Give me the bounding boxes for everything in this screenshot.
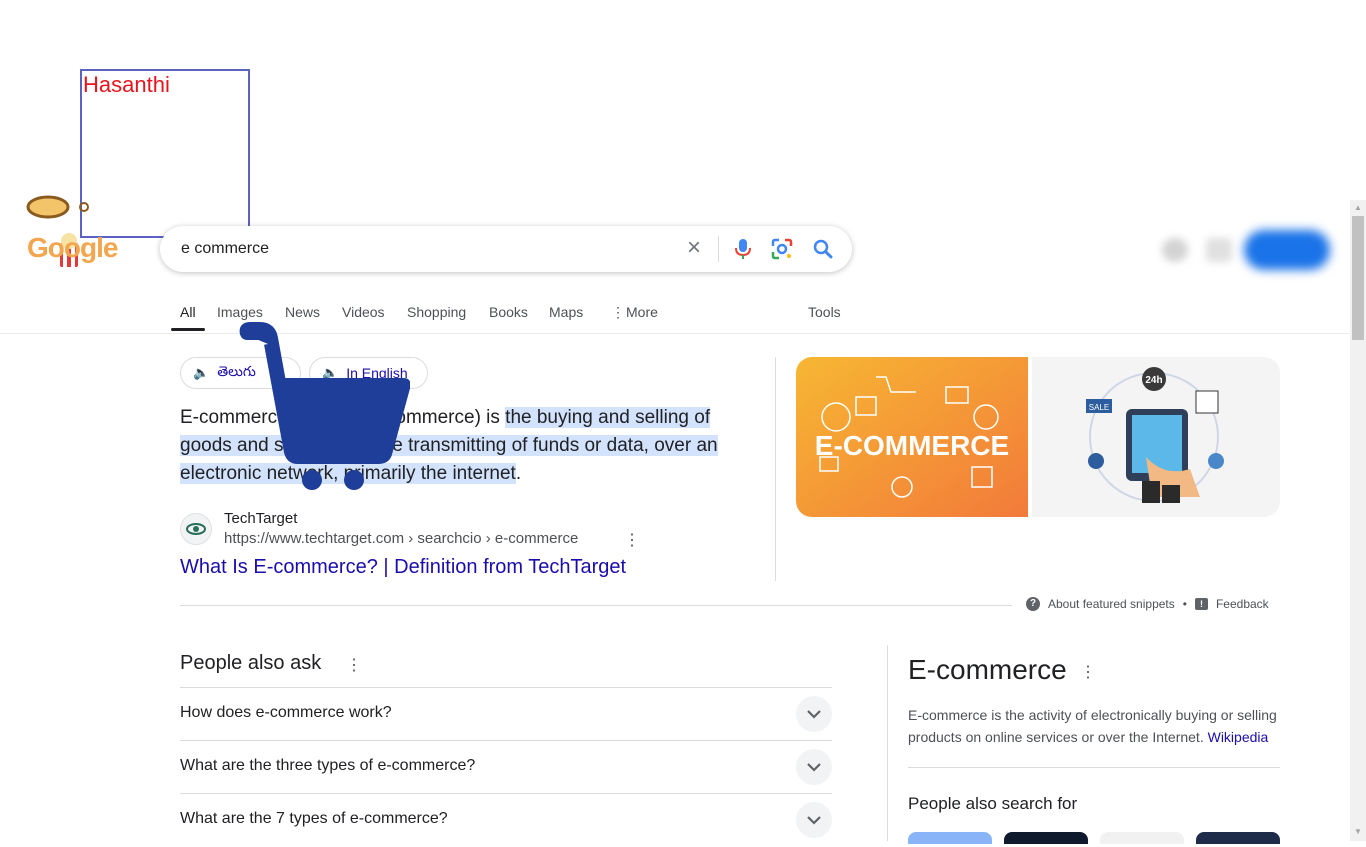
tab-books[interactable]: Books — [489, 304, 528, 320]
snippet-post: . — [515, 463, 522, 484]
microphone-icon[interactable] — [733, 238, 753, 260]
scroll-up-arrow-icon[interactable]: ▲ — [1350, 201, 1366, 215]
paa-question[interactable]: What are the 7 types of e-commerce? — [180, 793, 832, 847]
feedback-icon: ! — [1194, 598, 1208, 610]
source-menu-icon[interactable]: ⋮ — [624, 530, 640, 550]
tab-news[interactable]: News — [285, 304, 320, 320]
tab-all[interactable]: All — [180, 304, 196, 320]
search-separator — [718, 236, 719, 262]
about-featured-snippets-link[interactable]: About featured snippets — [1048, 597, 1175, 611]
chevron-down-icon[interactable] — [796, 749, 832, 785]
snippet-divider — [775, 357, 776, 581]
clear-icon[interactable]: × — [683, 236, 705, 260]
knowledge-panel-menu-icon[interactable]: ⋮ — [1080, 662, 1096, 682]
paa-menu-icon[interactable]: ⋮ — [346, 655, 362, 675]
snippet-footer: ? About featured snippets • ! Feedback — [1026, 597, 1269, 611]
related-thumbnail[interactable] — [1196, 832, 1280, 844]
tools-button[interactable]: Tools — [808, 304, 841, 320]
paa-question[interactable]: What are the three types of e-commerce? — [180, 740, 832, 794]
paa-question[interactable]: How does e-commerce work? — [180, 687, 832, 741]
related-thumbnail[interactable] — [908, 832, 992, 844]
tab-images[interactable]: Images — [217, 304, 263, 320]
tab-maps[interactable]: Maps — [549, 304, 583, 320]
tab-more[interactable]: More — [626, 304, 658, 320]
speaker-icon: 🔈 — [193, 365, 210, 380]
result-title-link[interactable]: What Is E-commerce? | Definition from Te… — [180, 556, 626, 579]
people-also-search-for-title: People also search for — [908, 794, 1078, 813]
knowledge-panel-title: E-commerce — [908, 654, 1067, 685]
sign-in-button[interactable] — [1244, 230, 1330, 270]
knowledge-panel-divider — [908, 767, 1280, 768]
search-input[interactable]: e commerce — [181, 240, 269, 258]
more-kebab-icon[interactable]: ⋮ — [611, 304, 625, 321]
annotation-label: Hasanthi — [83, 72, 170, 97]
techtarget-favicon-icon[interactable] — [180, 513, 212, 545]
source-url[interactable]: https://www.techtarget.com › searchcio ›… — [224, 530, 578, 547]
footer-separator-dot: • — [1182, 597, 1187, 611]
related-thumbnail[interactable] — [1004, 832, 1088, 844]
paa-question-text: What are the 7 types of e-commerce? — [180, 810, 448, 827]
image-sale-text: SALE — [1089, 403, 1109, 412]
knowledge-panel-description: E-commerce is the activity of electronic… — [908, 704, 1286, 748]
people-also-ask-title: People also ask — [180, 652, 322, 674]
knowledge-panel-border — [887, 645, 888, 841]
featured-image-illustrations[interactable]: E-COMMERCE 24h SALE — [796, 357, 1280, 517]
source-site-name[interactable]: TechTarget — [224, 510, 297, 527]
paa-question-text: How does e-commerce work? — [180, 704, 392, 721]
google-logo-text[interactable]: Google — [27, 232, 118, 264]
featured-images[interactable]: E-COMMERCE 24h SALE — [796, 357, 1280, 517]
search-icon[interactable] — [812, 238, 834, 260]
settings-icon[interactable] — [1162, 238, 1188, 262]
shopping-cart-icon — [239, 322, 410, 490]
scrollbar-thumb[interactable] — [1352, 216, 1364, 340]
snippet-highlight-end: internet — [452, 463, 516, 484]
image-left-text: E-COMMERCE — [815, 430, 1009, 461]
scroll-down-arrow-icon[interactable]: ▼ — [1350, 825, 1366, 839]
help-icon: ? — [1026, 597, 1040, 611]
tab-videos[interactable]: Videos — [342, 304, 385, 320]
image-badge-text: 24h — [1145, 375, 1162, 386]
active-tab-indicator — [171, 328, 205, 331]
snippet-footer-divider — [180, 605, 1012, 606]
tabs-divider — [0, 333, 1350, 334]
apps-icon[interactable] — [1206, 238, 1232, 262]
paa-question-text: What are the three types of e-commerce? — [180, 757, 476, 774]
google-lens-icon[interactable] — [771, 238, 793, 260]
chevron-down-icon[interactable] — [796, 802, 832, 838]
chevron-down-icon[interactable] — [796, 696, 832, 732]
tab-shopping[interactable]: Shopping — [407, 304, 466, 320]
wikipedia-link[interactable]: Wikipedia — [1208, 729, 1269, 745]
feedback-link[interactable]: Feedback — [1216, 597, 1269, 611]
related-thumbnail[interactable] — [1100, 832, 1184, 844]
